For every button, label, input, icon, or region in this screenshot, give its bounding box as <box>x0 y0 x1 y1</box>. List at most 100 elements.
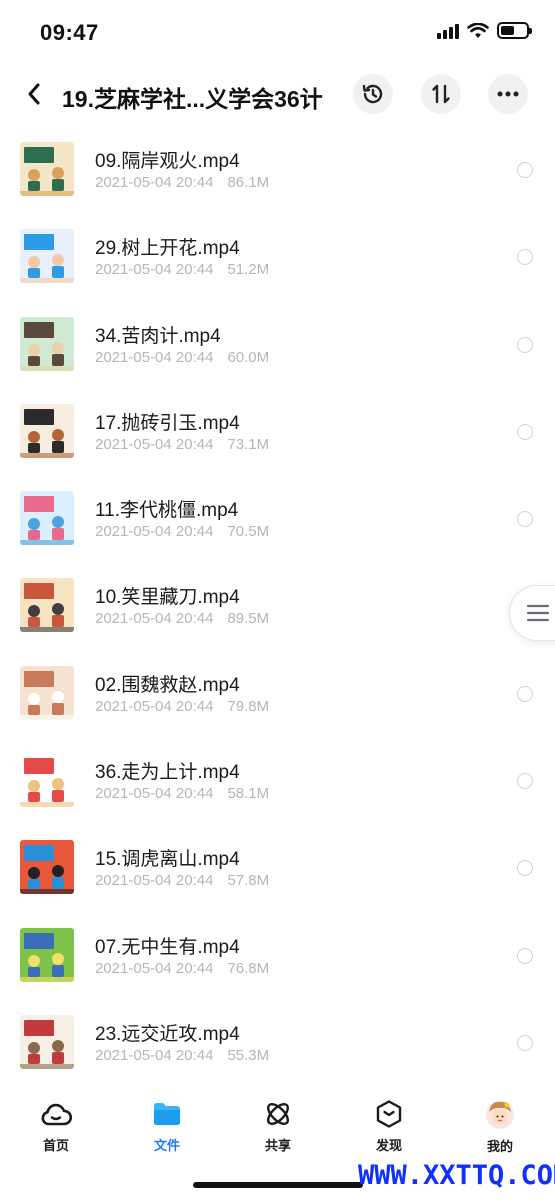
file-date: 2021-05-04 20:44 <box>95 523 214 541</box>
sort-button[interactable] <box>421 74 461 114</box>
file-list-item[interactable]: 29.树上开花.mp4 2021-05-04 20:44 51.2M <box>0 213 555 300</box>
video-thumbnail <box>20 229 74 284</box>
file-size: 51.2M <box>227 261 270 279</box>
file-list-item[interactable]: 10.笑里藏刀.mp4 2021-05-04 20:44 89.5M <box>0 562 555 649</box>
file-meta: 2021-05-04 20:44 58.1M <box>95 785 269 802</box>
select-radio[interactable] <box>517 336 533 353</box>
tab-label: 首页 <box>42 1138 69 1153</box>
file-date: 2021-05-04 20:44 <box>95 610 214 628</box>
tab-label: 我的 <box>486 1139 513 1154</box>
page-title: 19.芝麻学社...义学会36计 <box>62 86 323 112</box>
cloud-icon <box>41 1103 72 1125</box>
tab-label: 文件 <box>153 1138 180 1153</box>
more-button[interactable] <box>488 74 528 114</box>
file-date: 2021-05-04 20:44 <box>95 261 214 279</box>
file-date: 2021-05-04 20:44 <box>95 959 214 977</box>
file-name: 10.笑里藏刀.mp4 <box>95 587 240 609</box>
video-thumbnail <box>20 665 74 720</box>
file-date: 2021-05-04 20:44 <box>95 697 214 715</box>
file-name: 02.围魏救赵.mp4 <box>95 674 240 696</box>
file-meta: 2021-05-04 20:44 55.3M <box>95 1047 269 1064</box>
file-list-item[interactable]: 36.走为上计.mp4 2021-05-04 20:44 58.1M <box>0 737 555 824</box>
file-size: 86.1M <box>227 174 270 191</box>
status-time: 09:47 <box>40 20 99 45</box>
video-thumbnail <box>20 142 74 196</box>
tab-label: 共享 <box>264 1138 291 1153</box>
file-size: 89.5M <box>227 610 270 628</box>
select-radio[interactable] <box>517 685 533 702</box>
file-meta: 2021-05-04 20:44 76.8M <box>95 960 269 977</box>
select-radio[interactable] <box>517 423 533 440</box>
file-list-item[interactable]: 02.围魏救赵.mp4 2021-05-04 20:44 79.8M <box>0 650 555 737</box>
file-meta: 2021-05-04 20:44 86.1M <box>95 174 269 191</box>
sort-icon <box>432 84 450 104</box>
cellular-signal-icon <box>437 23 459 39</box>
file-size: 79.8M <box>227 697 270 715</box>
watermark-text: WWW.XXTTQ.COM <box>358 1160 555 1191</box>
video-thumbnail <box>20 578 74 633</box>
cube-icon <box>376 1099 402 1128</box>
battery-icon <box>497 22 532 39</box>
file-name: 15.调虎离山.mp4 <box>95 849 240 871</box>
status-icons <box>437 22 532 39</box>
video-thumbnail <box>20 1014 74 1069</box>
select-radio[interactable] <box>517 1034 533 1051</box>
tab-share[interactable]: 共享 <box>238 1098 318 1154</box>
select-radio[interactable] <box>517 860 533 877</box>
file-date: 2021-05-04 20:44 <box>95 785 214 803</box>
file-meta: 2021-05-04 20:44 57.8M <box>95 872 269 889</box>
file-size: 70.5M <box>227 523 270 541</box>
file-list-item[interactable]: 07.无中生有.mp4 2021-05-04 20:44 76.8M <box>0 912 555 999</box>
file-list: 09.隔岸观火.mp4 2021-05-04 20:44 86.1M 29.树上开花.… <box>0 126 555 1086</box>
avatar-icon <box>486 1101 514 1129</box>
atom-icon <box>266 1102 290 1125</box>
file-date: 2021-05-04 20:44 <box>95 435 214 453</box>
file-date: 2021-05-04 20:44 <box>95 1046 214 1064</box>
file-name: 11.李代桃僵.mp4 <box>95 500 239 522</box>
video-thumbnail <box>20 927 74 982</box>
file-size: 55.3M <box>227 1046 270 1064</box>
video-thumbnail <box>20 753 74 808</box>
video-thumbnail <box>20 403 74 458</box>
select-radio[interactable] <box>517 773 533 790</box>
file-list-item[interactable]: 17.抛砖引玉.mp4 2021-05-04 20:44 73.1M <box>0 388 555 475</box>
file-size: 57.8M <box>227 872 270 890</box>
file-size: 58.1M <box>227 785 270 803</box>
file-list-item[interactable]: 23.远交近攻.mp4 2021-05-04 20:44 55.3M <box>0 999 555 1086</box>
tab-discover[interactable]: 发现 <box>349 1098 429 1154</box>
home-indicator <box>193 1182 363 1188</box>
file-list-item[interactable]: 15.调虎离山.mp4 2021-05-04 20:44 57.8M <box>0 824 555 911</box>
history-button[interactable] <box>353 74 393 114</box>
tab-files[interactable]: 文件 <box>127 1098 207 1154</box>
video-thumbnail <box>20 840 74 895</box>
video-thumbnail <box>20 491 74 546</box>
back-button[interactable] <box>18 78 50 110</box>
file-name: 34.苦肉计.mp4 <box>95 325 221 347</box>
file-list-item[interactable]: 09.隔岸观火.mp4 2021-05-04 20:44 86.1M <box>0 126 555 213</box>
history-icon <box>362 84 383 104</box>
file-meta: 2021-05-04 20:44 89.5M <box>95 610 269 627</box>
file-list-item[interactable]: 11.李代桃僵.mp4 2021-05-04 20:44 70.5M <box>0 475 555 562</box>
file-date: 2021-05-04 20:44 <box>95 872 214 890</box>
tab-home[interactable]: 首页 <box>16 1098 96 1154</box>
file-meta: 2021-05-04 20:44 60.0M <box>95 349 269 366</box>
file-name: 36.走为上计.mp4 <box>95 762 240 784</box>
menu-lines-icon <box>526 604 550 622</box>
tab-profile[interactable]: 我的 <box>460 1098 540 1154</box>
file-list-item[interactable]: 34.苦肉计.mp4 2021-05-04 20:44 60.0M <box>0 301 555 388</box>
file-meta: 2021-05-04 20:44 79.8M <box>95 698 269 715</box>
select-radio[interactable] <box>517 162 533 178</box>
file-name: 09.隔岸观火.mp4 <box>95 151 240 172</box>
tab-label: 发现 <box>375 1138 402 1153</box>
file-meta: 2021-05-04 20:44 70.5M <box>95 523 269 540</box>
select-radio[interactable] <box>517 249 533 266</box>
folder-icon <box>154 1102 180 1125</box>
chevron-left-icon <box>28 83 40 105</box>
file-name: 17.抛砖引玉.mp4 <box>95 412 240 434</box>
file-date: 2021-05-04 20:44 <box>95 174 214 191</box>
status-bar: 09:47 <box>0 0 555 64</box>
file-size: 60.0M <box>227 348 270 366</box>
select-radio[interactable] <box>517 947 533 964</box>
file-size: 73.1M <box>227 435 270 453</box>
select-radio[interactable] <box>517 511 533 528</box>
